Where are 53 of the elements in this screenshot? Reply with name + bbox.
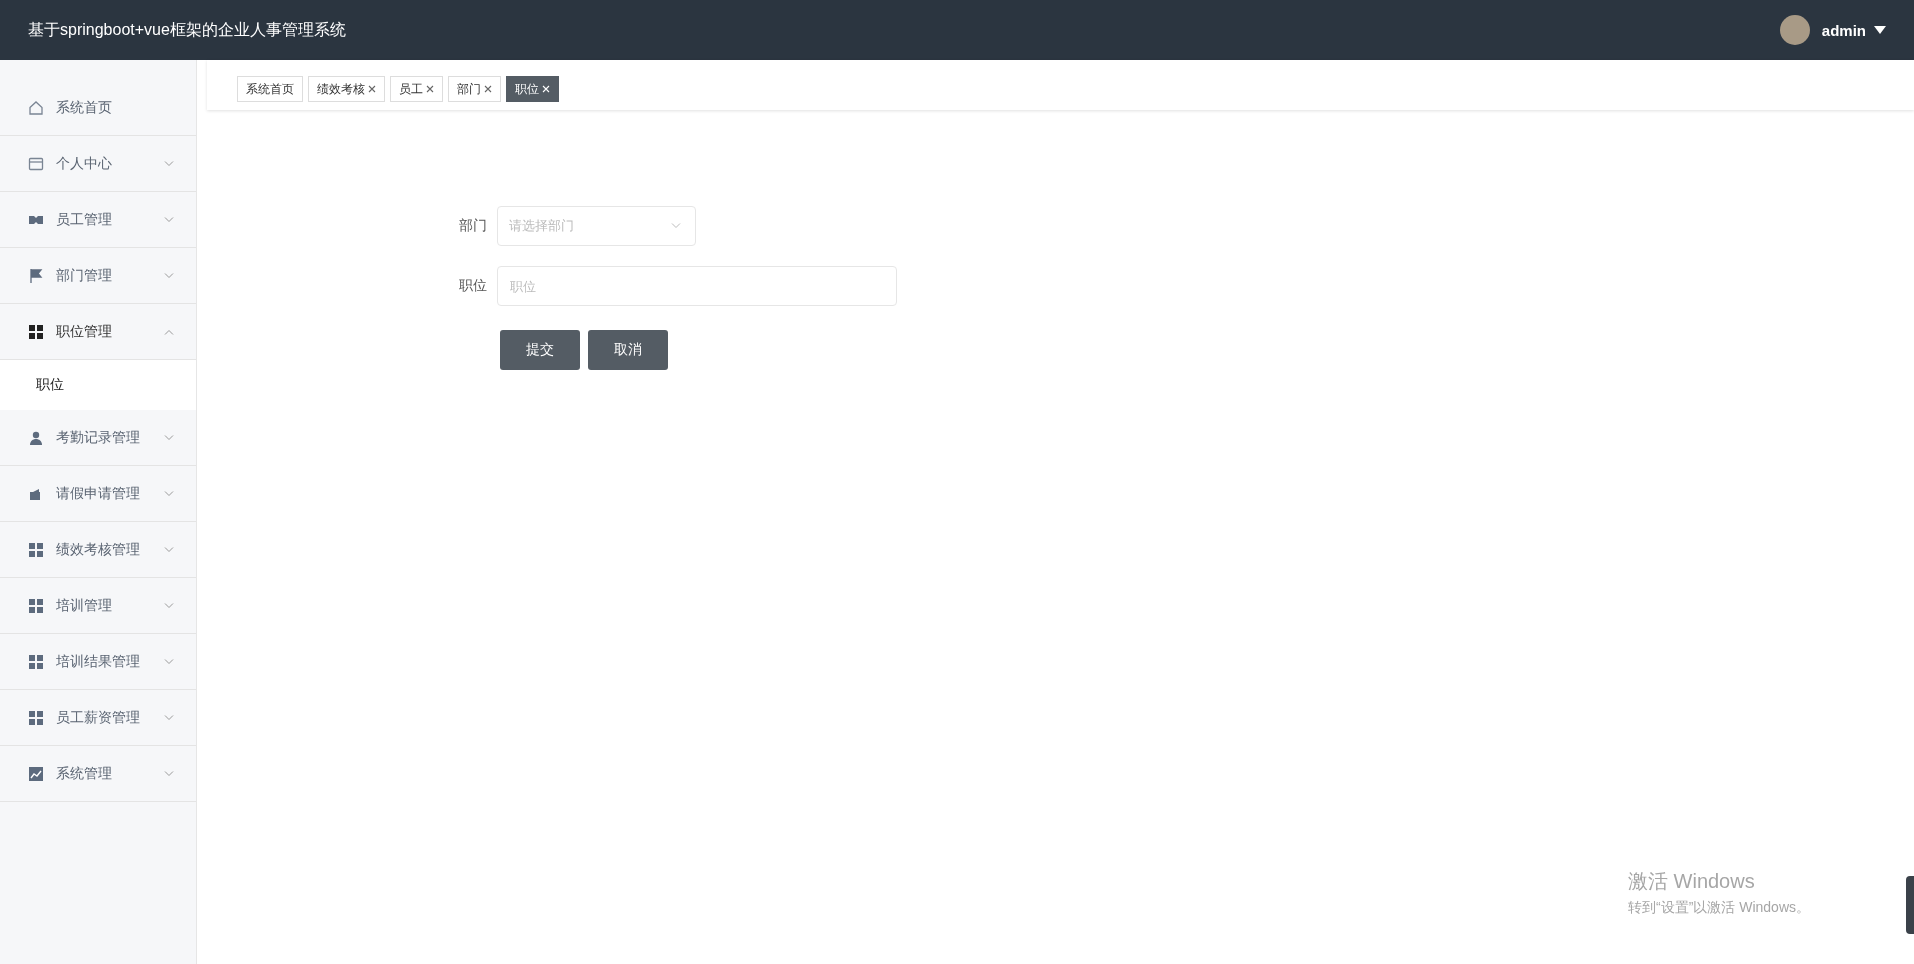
cancel-button[interactable]: 取消	[588, 330, 668, 370]
tab[interactable]: 员工	[390, 76, 443, 102]
chevron-icon	[164, 714, 174, 721]
menu-icon	[28, 155, 44, 172]
submit-button[interactable]: 提交	[500, 330, 580, 370]
chevron-icon	[164, 546, 174, 553]
activation-hint: 转到“设置”以激活 Windows。	[1628, 899, 1810, 917]
activation-title: 激活 Windows	[1628, 869, 1756, 894]
position-input[interactable]: 职位	[497, 266, 897, 306]
tab[interactable]: 部门	[448, 76, 501, 102]
tab[interactable]: 系统首页	[237, 76, 303, 102]
menu-icon	[28, 709, 44, 726]
menu-icon	[28, 99, 44, 116]
avatar[interactable]	[1779, 15, 1810, 45]
menu-item[interactable]: 系统管理	[0, 746, 196, 802]
close-icon[interactable]	[426, 85, 434, 93]
submenu-item[interactable]: 职位	[0, 360, 196, 410]
menu-item[interactable]: 员工管理	[0, 192, 196, 248]
chevron-icon	[164, 490, 174, 497]
menu-icon	[28, 653, 44, 670]
field-label: 职位	[458, 277, 487, 295]
menu-item[interactable]: 培训管理	[0, 578, 196, 634]
menu-item[interactable]: 培训结果管理	[0, 634, 196, 690]
close-icon[interactable]	[484, 85, 492, 93]
menu-item[interactable]: 系统首页	[0, 80, 196, 136]
menu-item[interactable]: 请假申请管理	[0, 466, 196, 522]
chevron-icon	[164, 602, 174, 609]
menu-icon	[28, 267, 44, 284]
chevron-icon	[164, 434, 174, 441]
menu-item[interactable]: 员工薪资管理	[0, 690, 196, 746]
chevron-icon	[164, 328, 174, 335]
chevron-icon	[164, 216, 174, 223]
menu-item[interactable]: 部门管理	[0, 248, 196, 304]
chevron-icon	[164, 160, 174, 167]
menu-item[interactable]: 绩效考核管理	[0, 522, 196, 578]
field-label: 部门	[458, 217, 487, 235]
tab[interactable]: 职位	[506, 76, 559, 102]
user-menu-button[interactable]: admin	[1821, 21, 1886, 39]
chevron-icon	[164, 272, 174, 279]
menu-icon	[28, 323, 44, 340]
close-icon[interactable]	[368, 85, 376, 93]
app-title: 基于springboot+vue框架的企业人事管理系统	[28, 19, 346, 40]
menu-icon	[28, 429, 44, 446]
chevron-icon	[164, 658, 174, 665]
chevron-icon	[164, 770, 174, 777]
menu-icon	[28, 765, 44, 782]
menu-item[interactable]: 考勤记录管理	[0, 410, 196, 466]
menu-icon	[28, 541, 44, 558]
chevron-icon	[671, 223, 681, 229]
caret-icon	[1874, 26, 1886, 34]
menu-icon	[28, 597, 44, 614]
menu-item[interactable]: 个人中心	[0, 136, 196, 192]
tab[interactable]: 绩效考核	[308, 76, 385, 102]
